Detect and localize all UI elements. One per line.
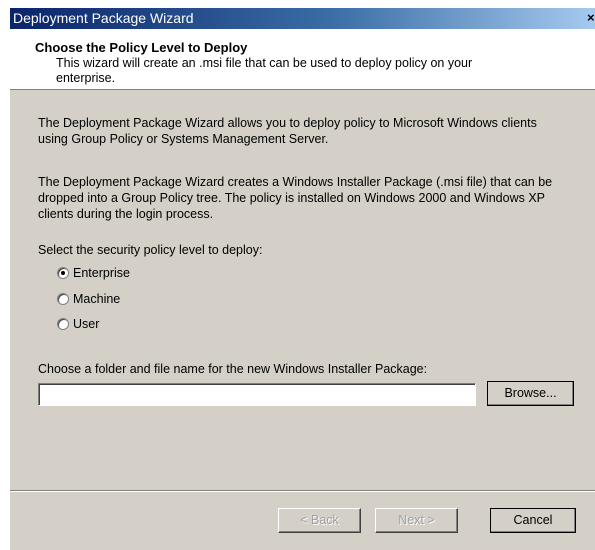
radio-label-user[interactable]: User <box>73 317 99 331</box>
footer-divider <box>10 490 595 492</box>
window-title: Deployment Package Wizard <box>13 10 194 26</box>
radio-machine[interactable]: Machine <box>57 291 120 307</box>
radio-label-machine[interactable]: Machine <box>73 292 120 306</box>
description-paragraph: The Deployment Package Wizard creates a … <box>38 175 553 221</box>
next-button[interactable]: Next > <box>375 508 458 533</box>
back-button[interactable]: < Back <box>278 508 361 533</box>
browse-button[interactable]: Browse... <box>487 381 574 406</box>
radio-enterprise[interactable]: Enterprise <box>57 265 130 281</box>
radio-checked-icon[interactable] <box>57 267 69 279</box>
package-path-input[interactable] <box>38 383 476 406</box>
radio-label-enterprise[interactable]: Enterprise <box>73 266 130 280</box>
radio-unchecked-icon[interactable] <box>57 293 69 305</box>
cancel-button[interactable]: Cancel <box>490 508 576 533</box>
radio-unchecked-icon[interactable] <box>57 318 69 330</box>
page-subtitle: This wizard will create an .msi file tha… <box>56 56 473 85</box>
folder-label: Choose a folder and file name for the ne… <box>38 362 428 376</box>
title-bar: Deployment Package Wizard × <box>10 8 595 29</box>
close-icon[interactable]: × <box>587 10 595 25</box>
page-title: Choose the Policy Level to Deploy <box>35 40 248 55</box>
intro-paragraph: The Deployment Package Wizard allows you… <box>38 116 537 146</box>
wizard-window: Deployment Package Wizard × Choose the P… <box>9 8 595 550</box>
policy-level-label: Select the security policy level to depl… <box>38 243 263 257</box>
radio-user[interactable]: User <box>57 316 99 332</box>
wizard-header: Choose the Policy Level to Deploy This w… <box>10 29 595 90</box>
